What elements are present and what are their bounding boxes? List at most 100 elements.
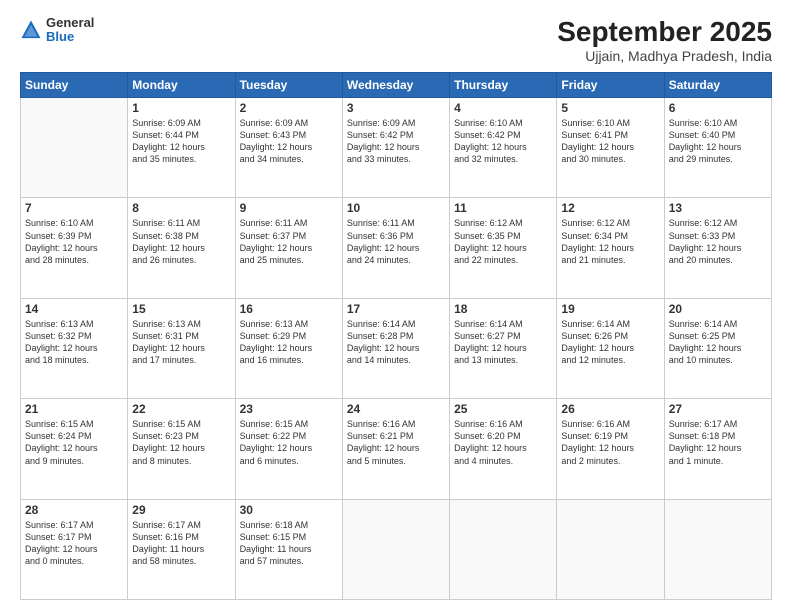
day-number: 8 xyxy=(132,201,230,215)
day-info: Sunrise: 6:15 AM Sunset: 6:22 PM Dayligh… xyxy=(240,418,338,467)
day-info: Sunrise: 6:14 AM Sunset: 6:26 PM Dayligh… xyxy=(561,318,659,367)
day-number: 18 xyxy=(454,302,552,316)
day-cell: 11 Sunrise: 6:12 AM Sunset: 6:35 PM Dayli… xyxy=(450,198,557,298)
day-cell: 6 Sunrise: 6:10 AM Sunset: 6:40 PM Daylig… xyxy=(664,98,771,198)
day-info: Sunrise: 6:15 AM Sunset: 6:23 PM Dayligh… xyxy=(132,418,230,467)
day-number: 1 xyxy=(132,101,230,115)
day-cell: 15 Sunrise: 6:13 AM Sunset: 6:31 PM Dayli… xyxy=(128,298,235,398)
day-info: Sunrise: 6:12 AM Sunset: 6:34 PM Dayligh… xyxy=(561,217,659,266)
day-cell: 18Sunrise: 6:14 AM Sunset: 6:27 PM Dayli… xyxy=(450,298,557,398)
day-number: 20 xyxy=(669,302,767,316)
day-info: Sunrise: 6:09 AM Sunset: 6:42 PM Dayligh… xyxy=(347,117,445,166)
day-info: Sunrise: 6:16 AM Sunset: 6:21 PM Dayligh… xyxy=(347,418,445,467)
day-info: Sunrise: 6:17 AM Sunset: 6:18 PM Dayligh… xyxy=(669,418,767,467)
day-info: Sunrise: 6:10 AM Sunset: 6:40 PM Dayligh… xyxy=(669,117,767,166)
day-number: 5 xyxy=(561,101,659,115)
day-number: 9 xyxy=(240,201,338,215)
day-number: 19 xyxy=(561,302,659,316)
day-number: 25 xyxy=(454,402,552,416)
day-cell: 24Sunrise: 6:16 AM Sunset: 6:21 PM Dayli… xyxy=(342,399,449,499)
day-cell: 17Sunrise: 6:14 AM Sunset: 6:28 PM Dayli… xyxy=(342,298,449,398)
day-number: 2 xyxy=(240,101,338,115)
day-info: Sunrise: 6:16 AM Sunset: 6:19 PM Dayligh… xyxy=(561,418,659,467)
day-header-tuesday: Tuesday xyxy=(235,73,342,98)
logo-text: General Blue xyxy=(46,16,94,45)
day-number: 28 xyxy=(25,503,123,517)
day-number: 7 xyxy=(25,201,123,215)
day-number: 10 xyxy=(347,201,445,215)
day-header-friday: Friday xyxy=(557,73,664,98)
day-cell: 30Sunrise: 6:18 AM Sunset: 6:15 PM Dayli… xyxy=(235,499,342,599)
day-cell: 9 Sunrise: 6:11 AM Sunset: 6:37 PM Daylig… xyxy=(235,198,342,298)
day-info: Sunrise: 6:11 AM Sunset: 6:36 PM Dayligh… xyxy=(347,217,445,266)
day-cell: 29 Sunrise: 6:17 AM Sunset: 6:16 PM Dayli… xyxy=(128,499,235,599)
day-cell: 16 Sunrise: 6:13 AM Sunset: 6:29 PM Dayli… xyxy=(235,298,342,398)
day-number: 15 xyxy=(132,302,230,316)
day-info: Sunrise: 6:15 AM Sunset: 6:24 PM Dayligh… xyxy=(25,418,123,467)
day-info: Sunrise: 6:14 AM Sunset: 6:25 PM Dayligh… xyxy=(669,318,767,367)
day-cell: 22 Sunrise: 6:15 AM Sunset: 6:23 PM Dayli… xyxy=(128,399,235,499)
day-cell: 25 Sunrise: 6:16 AM Sunset: 6:20 PM Dayli… xyxy=(450,399,557,499)
calendar-header-row: SundayMondayTuesdayWednesdayThursdayFrid… xyxy=(21,73,772,98)
day-header-thursday: Thursday xyxy=(450,73,557,98)
day-info: Sunrise: 6:10 AM Sunset: 6:42 PM Dayligh… xyxy=(454,117,552,166)
day-header-monday: Monday xyxy=(128,73,235,98)
day-info: Sunrise: 6:09 AM Sunset: 6:44 PM Dayligh… xyxy=(132,117,230,166)
day-cell: 14Sunrise: 6:13 AM Sunset: 6:32 PM Dayli… xyxy=(21,298,128,398)
day-info: Sunrise: 6:18 AM Sunset: 6:15 PM Dayligh… xyxy=(240,519,338,568)
day-cell: 5 Sunrise: 6:10 AM Sunset: 6:41 PM Daylig… xyxy=(557,98,664,198)
day-info: Sunrise: 6:10 AM Sunset: 6:41 PM Dayligh… xyxy=(561,117,659,166)
location: Ujjain, Madhya Pradesh, India xyxy=(557,48,772,64)
day-info: Sunrise: 6:11 AM Sunset: 6:37 PM Dayligh… xyxy=(240,217,338,266)
day-cell: 7Sunrise: 6:10 AM Sunset: 6:39 PM Daylig… xyxy=(21,198,128,298)
day-number: 3 xyxy=(347,101,445,115)
day-info: Sunrise: 6:13 AM Sunset: 6:31 PM Dayligh… xyxy=(132,318,230,367)
day-cell: 4 Sunrise: 6:10 AM Sunset: 6:42 PM Daylig… xyxy=(450,98,557,198)
day-cell: 19 Sunrise: 6:14 AM Sunset: 6:26 PM Dayli… xyxy=(557,298,664,398)
week-row-4: 21Sunrise: 6:15 AM Sunset: 6:24 PM Dayli… xyxy=(21,399,772,499)
day-number: 17 xyxy=(347,302,445,316)
day-cell xyxy=(664,499,771,599)
day-number: 26 xyxy=(561,402,659,416)
day-number: 6 xyxy=(669,101,767,115)
day-number: 23 xyxy=(240,402,338,416)
day-number: 29 xyxy=(132,503,230,517)
page: General Blue September 2025 Ujjain, Madh… xyxy=(0,0,792,612)
day-info: Sunrise: 6:13 AM Sunset: 6:29 PM Dayligh… xyxy=(240,318,338,367)
day-number: 27 xyxy=(669,402,767,416)
day-info: Sunrise: 6:17 AM Sunset: 6:16 PM Dayligh… xyxy=(132,519,230,568)
day-cell xyxy=(21,98,128,198)
day-number: 16 xyxy=(240,302,338,316)
logo: General Blue xyxy=(20,16,94,45)
week-row-1: 1 Sunrise: 6:09 AM Sunset: 6:44 PM Daylig… xyxy=(21,98,772,198)
day-cell xyxy=(450,499,557,599)
day-cell: 10 Sunrise: 6:11 AM Sunset: 6:36 PM Dayli… xyxy=(342,198,449,298)
day-cell: 27 Sunrise: 6:17 AM Sunset: 6:18 PM Dayli… xyxy=(664,399,771,499)
logo-blue: Blue xyxy=(46,29,74,44)
title-block: September 2025 Ujjain, Madhya Pradesh, I… xyxy=(557,16,772,64)
logo-icon xyxy=(20,19,42,41)
day-cell: 3 Sunrise: 6:09 AM Sunset: 6:42 PM Daylig… xyxy=(342,98,449,198)
week-row-5: 28Sunrise: 6:17 AM Sunset: 6:17 PM Dayli… xyxy=(21,499,772,599)
day-number: 11 xyxy=(454,201,552,215)
day-cell: 20 Sunrise: 6:14 AM Sunset: 6:25 PM Dayli… xyxy=(664,298,771,398)
week-row-2: 7Sunrise: 6:10 AM Sunset: 6:39 PM Daylig… xyxy=(21,198,772,298)
day-cell: 2Sunrise: 6:09 AM Sunset: 6:43 PM Daylig… xyxy=(235,98,342,198)
day-number: 13 xyxy=(669,201,767,215)
day-info: Sunrise: 6:12 AM Sunset: 6:33 PM Dayligh… xyxy=(669,217,767,266)
header: General Blue September 2025 Ujjain, Madh… xyxy=(20,16,772,64)
day-cell: 26 Sunrise: 6:16 AM Sunset: 6:19 PM Dayli… xyxy=(557,399,664,499)
calendar: SundayMondayTuesdayWednesdayThursdayFrid… xyxy=(20,72,772,600)
month-title: September 2025 xyxy=(557,16,772,48)
day-cell xyxy=(342,499,449,599)
day-number: 22 xyxy=(132,402,230,416)
day-info: Sunrise: 6:12 AM Sunset: 6:35 PM Dayligh… xyxy=(454,217,552,266)
day-cell: 12Sunrise: 6:12 AM Sunset: 6:34 PM Dayli… xyxy=(557,198,664,298)
day-header-saturday: Saturday xyxy=(664,73,771,98)
day-info: Sunrise: 6:16 AM Sunset: 6:20 PM Dayligh… xyxy=(454,418,552,467)
logo-general: General xyxy=(46,15,94,30)
day-number: 14 xyxy=(25,302,123,316)
day-number: 4 xyxy=(454,101,552,115)
day-cell: 23 Sunrise: 6:15 AM Sunset: 6:22 PM Dayli… xyxy=(235,399,342,499)
day-header-sunday: Sunday xyxy=(21,73,128,98)
